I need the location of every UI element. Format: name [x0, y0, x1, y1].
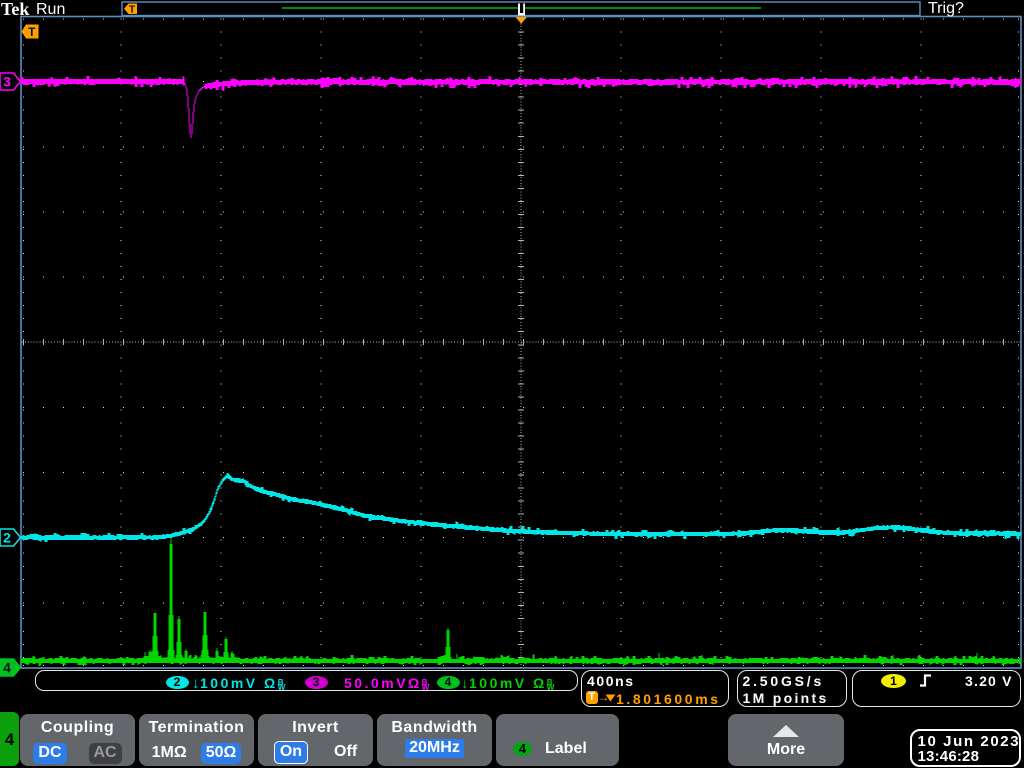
svg-text:3: 3 — [3, 74, 11, 90]
svg-text:2: 2 — [3, 530, 11, 546]
svg-text:T: T — [28, 25, 36, 39]
svg-text:4: 4 — [3, 660, 11, 676]
svg-text:T: T — [129, 5, 135, 16]
